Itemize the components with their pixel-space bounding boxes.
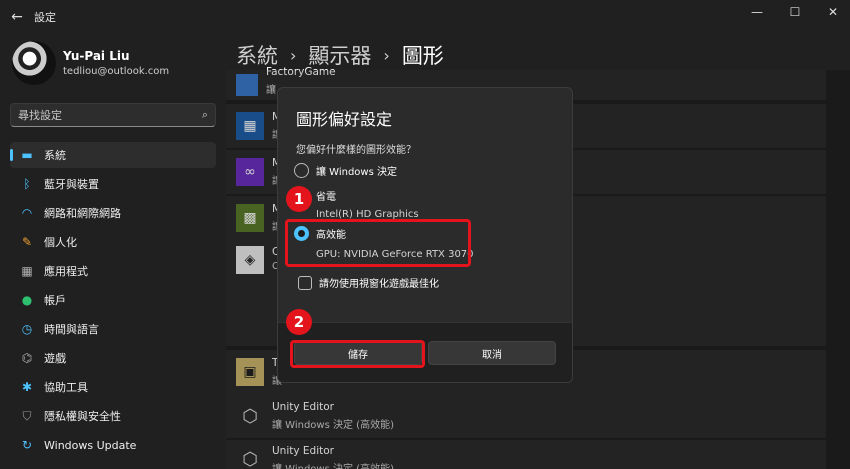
user-email: tedliou@outlook.com	[63, 66, 170, 77]
breadcrumb-graphics: 圖形	[401, 44, 444, 68]
sidebar-item[interactable]: ✎ 個人化	[10, 229, 216, 255]
option-power-saving[interactable]: 省電 Intel(R) HD Graphics	[294, 188, 419, 220]
sidebar-item[interactable]: ⌬ 遊戲	[10, 345, 216, 371]
brush-icon: ✎	[21, 235, 33, 249]
sidebar-item-label: 協助工具	[44, 381, 88, 394]
chevron-right-icon: ›	[383, 45, 390, 65]
windowed-optimization-option[interactable]: 請勿使用視窗化遊戲最佳化	[298, 275, 439, 290]
highlight-box-high-performance	[285, 219, 471, 267]
sidebar-item-label: 系統	[44, 149, 66, 162]
sidebar-item[interactable]: ◠ 網路和網際網路	[10, 200, 216, 226]
step-badge-1: 1	[286, 186, 312, 212]
maximize-button[interactable]: ☐	[778, 0, 812, 24]
sidebar-item[interactable]: ⛉ 隱私權與安全性	[10, 403, 216, 429]
sidebar-item-label: 時間與語言	[44, 323, 99, 336]
sidebar-nav: ▬ 系統 ᛒ 藍牙與裝置 ◠ 網路和網際網路 ✎ 個人化 ▦ 應用程式 ● 帳戶 ◷ 時間與語言 ⌬ 遊戲 ✱ 協…	[10, 142, 216, 461]
sidebar-item-label: 個人化	[44, 236, 77, 249]
sidebar-item[interactable]: ● 帳戶	[10, 287, 216, 313]
sidebar-item-label: Windows Update	[44, 438, 137, 452]
title-bar: ← 設定 — ☐ ✕	[0, 0, 850, 34]
search-icon[interactable]: ⌕	[202, 108, 208, 122]
update-icon: ↻	[21, 438, 33, 452]
sidebar-item[interactable]: ✱ 協助工具	[10, 374, 216, 400]
radio-button[interactable]	[294, 163, 309, 178]
apps-icon: ▦	[21, 264, 33, 278]
sidebar-item-label: 遊戲	[44, 352, 66, 365]
gamepad-icon: ⌬	[21, 351, 33, 365]
shield-icon: ⛉	[22, 408, 32, 423]
sidebar-item[interactable]: ᛒ 藍牙與裝置	[10, 171, 216, 197]
sidebar-item[interactable]: ▬ 系統	[10, 142, 216, 168]
search-box[interactable]: ⌕	[10, 103, 216, 127]
close-button[interactable]: ✕	[816, 0, 850, 24]
user-profile[interactable]: Yu-Pai Liu tedliou@outlook.com	[12, 41, 169, 85]
sidebar-item-label: 隱私權與安全性	[44, 410, 121, 423]
option-let-windows-decide[interactable]: 讓 Windows 決定	[294, 163, 397, 178]
sidebar-item[interactable]: ↻ Windows Update	[10, 432, 216, 458]
step-badge-2: 2	[286, 309, 312, 335]
option-label: 省電	[316, 192, 336, 203]
bluetooth-icon: ᛒ	[23, 177, 31, 191]
avatar	[12, 41, 56, 85]
dialog-title: 圖形偏好設定	[296, 110, 393, 129]
back-arrow-icon[interactable]: ←	[0, 0, 34, 34]
search-input[interactable]	[18, 108, 202, 122]
chevron-right-icon: ›	[290, 45, 297, 65]
cancel-button[interactable]: 取消	[428, 341, 556, 365]
sidebar-item-label: 藍牙與裝置	[44, 178, 99, 191]
sidebar-item-label: 應用程式	[44, 265, 88, 278]
account-icon: ●	[21, 293, 33, 307]
display-icon: ▬	[21, 148, 33, 162]
dialog-question: 您偏好什麼樣的圖形效能？	[296, 145, 416, 156]
checkbox[interactable]	[298, 275, 312, 290]
globe-clock-icon: ◷	[21, 322, 33, 336]
sidebar-item-label: 網路和網際網路	[44, 207, 121, 220]
window-controls: — ☐ ✕	[736, 0, 850, 24]
sidebar-item[interactable]: ▦ 應用程式	[10, 258, 216, 284]
user-name: Yu-Pai Liu	[63, 49, 130, 63]
option-label: 讓 Windows 決定	[316, 167, 397, 178]
minimize-button[interactable]: —	[740, 0, 774, 24]
sidebar-item[interactable]: ◷ 時間與語言	[10, 316, 216, 342]
sidebar-item-label: 帳戶	[44, 294, 66, 307]
wifi-icon: ◠	[21, 206, 33, 220]
checkbox-label: 請勿使用視窗化遊戲最佳化	[319, 279, 439, 290]
highlight-box-save	[290, 340, 425, 368]
app-title: 設定	[34, 11, 56, 24]
accessibility-icon: ✱	[21, 380, 33, 394]
